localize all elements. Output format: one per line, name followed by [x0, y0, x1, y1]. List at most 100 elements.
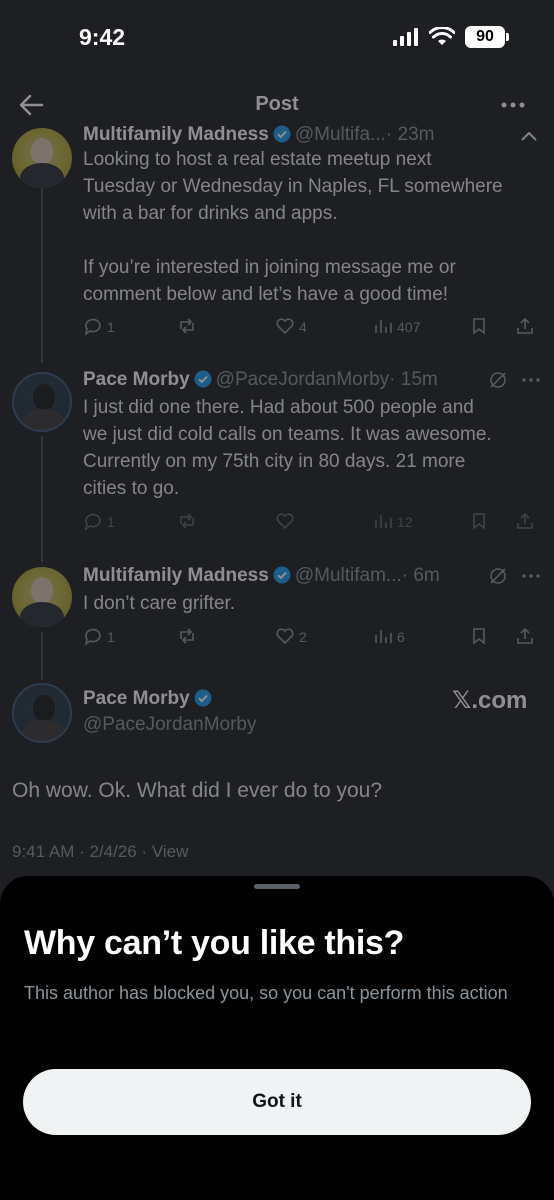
- post-1-text: Looking to host a real estate meetup nex…: [83, 146, 533, 308]
- more-options-icon[interactable]: [500, 92, 526, 118]
- share-icon: [517, 627, 533, 644]
- text-line: with a bar for drinks and apps.: [83, 203, 338, 224]
- got-it-button[interactable]: Got it: [23, 1069, 531, 1135]
- text-line-blank: [83, 227, 533, 254]
- avatar-pace-morby[interactable]: [12, 372, 72, 432]
- sheet-title: Why can’t you like this?: [24, 924, 405, 962]
- repost-button[interactable]: [177, 510, 201, 534]
- views-count: 12: [397, 514, 413, 530]
- reply-button[interactable]: 1: [83, 315, 115, 339]
- thread-connector-line: [41, 632, 43, 680]
- grok-icon[interactable]: [487, 565, 509, 587]
- like-icon: [276, 513, 294, 530]
- more-options-icon[interactable]: [520, 369, 542, 391]
- verified-badge-icon: [273, 125, 291, 143]
- post-3-header: Multifamily Madness @Multifam...· 6m: [83, 565, 440, 587]
- x-com-watermark: 𝕏.com: [452, 687, 528, 714]
- verified-badge-icon: [194, 689, 212, 707]
- repost-icon: [180, 318, 194, 334]
- views-count: 407: [397, 319, 421, 335]
- post-age: · 6m: [401, 565, 440, 586]
- author-handle: @PaceJordanMorby: [215, 369, 390, 390]
- post-screen: 9:42 90 Post Multifamily Madness @Multif…: [0, 0, 554, 1200]
- focused-post-text: Oh wow. Ok. What did I ever do to you?: [12, 779, 383, 802]
- bookmark-icon: [473, 318, 485, 335]
- reply-icon: [84, 318, 101, 336]
- like-button[interactable]: 4: [275, 315, 307, 339]
- reply-count: 1: [107, 629, 115, 645]
- text-line: we just did cold calls on teams. It was …: [83, 424, 492, 445]
- author-name[interactable]: Pace Morby: [83, 369, 190, 390]
- like-button[interactable]: [275, 510, 299, 534]
- share-button[interactable]: [515, 510, 539, 534]
- bookmark-icon: [473, 628, 485, 645]
- text-line: If you’re interested in joining message …: [83, 257, 456, 278]
- like-icon: [276, 318, 294, 335]
- avatar-multifamily-madness[interactable]: [12, 567, 72, 627]
- text-line: Looking to host a real estate meetup nex…: [83, 149, 432, 170]
- post-1-header: Multifamily Madness @Multifa...· 23m: [83, 124, 435, 146]
- more-options-icon[interactable]: [520, 565, 542, 587]
- reply-icon: [84, 628, 101, 646]
- collapse-icon[interactable]: [518, 126, 540, 148]
- author-name[interactable]: Multifamily Madness: [83, 124, 269, 145]
- views-button[interactable]: 12: [373, 510, 413, 534]
- reply-button[interactable]: 1: [83, 625, 115, 649]
- thread-connector-line: [41, 188, 43, 363]
- text-line: comment below and let’s have a good time…: [83, 284, 449, 305]
- post-2-text: I just did one there. Had about 500 peop…: [83, 394, 533, 502]
- post-age: · 23m: [385, 124, 435, 145]
- sheet-body: This author has blocked you, so you can'…: [24, 983, 508, 1003]
- post-3-text: I don’t care grifter.: [83, 590, 533, 617]
- reply-count: 1: [107, 319, 115, 335]
- views-button[interactable]: 6: [373, 625, 405, 649]
- repost-button[interactable]: [177, 625, 201, 649]
- views-icon: [375, 320, 392, 333]
- views-icon: [375, 630, 392, 643]
- author-handle: @Multifam...: [294, 565, 402, 586]
- text-line: Currently on my 75th city in 80 days. 21…: [83, 451, 466, 472]
- author-handle: @PaceJordanMorby: [83, 714, 257, 735]
- focused-post-handle-row: @PaceJordanMorby: [83, 714, 256, 736]
- text-line: I don’t care grifter.: [83, 593, 236, 614]
- post-2-header: Pace Morby @PaceJordanMorby· 15m: [83, 369, 438, 391]
- repost-icon: [180, 513, 194, 529]
- avatar-pace-morby[interactable]: [12, 683, 72, 743]
- author-name[interactable]: Pace Morby: [83, 688, 190, 709]
- text-line: Tuesday or Wednesday in Naples, FL somew…: [83, 176, 503, 197]
- thread-connector-line: [41, 436, 43, 562]
- share-button[interactable]: [515, 625, 539, 649]
- sheet-grabber[interactable]: [254, 884, 300, 889]
- share-icon: [517, 512, 533, 529]
- author-name[interactable]: Multifamily Madness: [83, 565, 269, 586]
- views-button[interactable]: 407: [373, 315, 420, 339]
- verified-badge-icon: [273, 566, 291, 584]
- bookmark-button[interactable]: [469, 510, 493, 534]
- share-icon: [517, 317, 533, 334]
- like-count: 4: [299, 319, 307, 335]
- verified-badge-icon: [194, 370, 212, 388]
- text-line: cities to go.: [83, 478, 180, 499]
- author-handle: @Multifa...: [294, 124, 386, 145]
- page-title: Post: [255, 93, 299, 115]
- like-button[interactable]: 2: [275, 625, 307, 649]
- text-line: I just did one there. Had about 500 peop…: [83, 397, 474, 418]
- bottom-sheet: Why can’t you like this? This author has…: [0, 876, 554, 1200]
- repost-button[interactable]: [177, 315, 201, 339]
- share-button[interactable]: [515, 315, 539, 339]
- post-2-actions: 1 12: [83, 510, 533, 534]
- views-count: 6: [397, 629, 405, 645]
- bookmark-button[interactable]: [469, 315, 493, 339]
- avatar-multifamily-madness[interactable]: [12, 128, 72, 188]
- repost-icon: [180, 628, 194, 644]
- like-icon: [276, 628, 294, 645]
- bookmark-button[interactable]: [469, 625, 493, 649]
- post-3-actions: 1 2 6: [83, 625, 533, 649]
- focused-post-name-row: Pace Morby: [83, 688, 216, 710]
- grok-icon[interactable]: [487, 369, 509, 391]
- reply-button[interactable]: 1: [83, 510, 115, 534]
- post-timestamp: 9:41 AM · 2/4/26 · View: [12, 842, 189, 861]
- top-bar: Post: [0, 80, 554, 130]
- bookmark-icon: [473, 513, 485, 530]
- reply-icon: [84, 513, 101, 531]
